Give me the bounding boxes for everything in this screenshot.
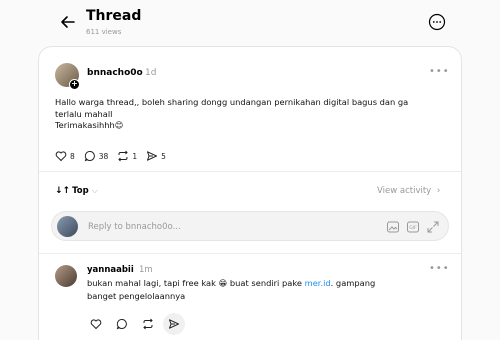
view-activity-link[interactable]: View activity ›	[377, 186, 440, 196]
comment-actions	[85, 313, 189, 335]
comment-icon	[116, 318, 127, 330]
comment-text-part: . gampang	[330, 278, 376, 288]
sort-label: Top	[72, 186, 89, 196]
follow-plus-icon[interactable]: +	[69, 79, 80, 90]
post-text: Hallo warga thread,, boleh sharing dongg…	[55, 97, 451, 132]
current-user-avatar	[57, 216, 78, 237]
heart-icon	[55, 151, 67, 162]
heart-icon	[90, 319, 102, 330]
share-count: 5	[161, 151, 166, 161]
comment-author-avatar[interactable]	[55, 265, 77, 287]
share-button[interactable]: 5	[146, 150, 166, 162]
comment-button[interactable]: 38	[84, 150, 109, 162]
comment-text-part: buat sendiri pake	[227, 278, 305, 288]
post-more-icon[interactable]: •••	[429, 66, 450, 77]
send-icon	[169, 319, 179, 329]
chevron-right-icon: ›	[436, 186, 441, 196]
page-title: Thread	[86, 8, 142, 24]
comment-like-button[interactable]	[85, 313, 107, 335]
comment-text-line: banget pengelolaannya	[87, 291, 186, 301]
sort-dropdown[interactable]: ↓↑ Top ⌵	[55, 186, 98, 196]
top-bar: Thread 611 views	[0, 0, 500, 44]
post-time: 1d	[145, 68, 157, 78]
comment-link[interactable]: mer.id	[305, 278, 331, 288]
grin-emoji: 😁	[218, 278, 228, 288]
view-count: 611 views	[86, 28, 122, 36]
post-stats: 8 38 1 5	[55, 149, 175, 163]
chevron-down-icon: ⌵	[91, 186, 98, 195]
comment-text-part: bukan mahal lagi, tapi free kak	[87, 278, 219, 288]
comment-more-icon[interactable]: •••	[429, 263, 450, 274]
like-count: 8	[70, 151, 75, 161]
repost-icon	[118, 150, 129, 162]
sort-arrows-icon: ↓↑	[55, 186, 71, 196]
comment-text: bukan mahal lagi, tapi free kak 😁 buat s…	[87, 277, 417, 303]
more-circle-icon[interactable]	[428, 13, 446, 31]
repost-count: 1	[132, 151, 138, 161]
gif-icon[interactable]: GIF	[406, 220, 420, 234]
comment-share-button[interactable]	[163, 313, 185, 335]
repost-icon	[143, 318, 153, 330]
back-arrow-icon[interactable]	[58, 12, 78, 32]
post-text-line: Hallo warga thread,, boleh sharing dongg…	[55, 97, 409, 107]
comment-username[interactable]: yannaabii	[87, 265, 134, 275]
comment-text-line: bukan mahal lagi, tapi free kak 😁 buat s…	[87, 277, 417, 290]
send-icon	[147, 151, 158, 161]
like-button[interactable]: 8	[55, 150, 75, 162]
divider	[39, 253, 461, 254]
post-text-thanks: Terimakasihhh	[55, 120, 115, 130]
comment-count: 38	[98, 151, 109, 161]
post-text-line: Terimakasihhh😊	[55, 120, 451, 132]
image-icon[interactable]	[386, 220, 400, 234]
reply-placeholder: Reply to bnnacho0o...	[88, 222, 181, 232]
comment-icon	[84, 150, 95, 162]
thread-card: + bnnacho0o 1d ••• Hallo warga thread,, …	[38, 46, 462, 340]
expand-icon[interactable]	[426, 220, 440, 234]
view-activity-label: View activity	[377, 186, 432, 196]
svg-text:GIF: GIF	[409, 225, 417, 231]
repost-button[interactable]: 1	[117, 150, 137, 162]
comment-reply-button[interactable]	[111, 313, 133, 335]
reply-input[interactable]: Reply to bnnacho0o... GIF	[51, 211, 449, 241]
post-text-line: terlalu mahall	[55, 108, 113, 119]
smile-emoji: 😊	[114, 120, 124, 130]
post-username[interactable]: bnnacho0o	[87, 68, 143, 78]
divider	[39, 171, 461, 172]
comment-time: 1m	[139, 265, 153, 275]
comment-repost-button[interactable]	[137, 313, 159, 335]
